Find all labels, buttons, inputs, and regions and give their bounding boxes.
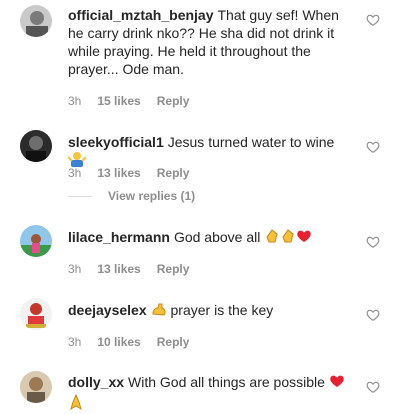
reply-button[interactable]: Reply	[157, 94, 190, 108]
heart-outline-icon[interactable]	[366, 13, 380, 27]
comment-likes[interactable]: 13 likes	[97, 262, 140, 276]
comment-text-block: official_mztah_benjay That guy sef! When …	[68, 6, 353, 78]
avatar[interactable]	[20, 298, 52, 330]
comment-time[interactable]: 3h	[68, 335, 81, 349]
reply-button[interactable]: Reply	[157, 262, 190, 276]
avatar[interactable]	[20, 5, 52, 37]
heart-outline-icon[interactable]	[366, 140, 380, 154]
comment-username[interactable]: lilace_hermann	[68, 229, 170, 245]
comment-likes[interactable]: 15 likes	[97, 94, 140, 108]
comment-text-block: lilace_hermann God above all	[68, 228, 353, 248]
reply-button[interactable]: Reply	[157, 166, 190, 180]
comment-username[interactable]: official_mztah_benjay	[68, 7, 214, 23]
heart-outline-icon[interactable]	[366, 308, 380, 322]
comment-username[interactable]: dolly_xx	[68, 374, 124, 390]
comment-time[interactable]: 3h	[68, 166, 81, 180]
red-heart-emoji	[329, 373, 345, 393]
comment-meta: 3h 13 likes Reply	[68, 166, 205, 180]
comment-meta: 3h 10 likes Reply	[68, 335, 205, 349]
comment-text-block: deejayselex prayer is the key	[68, 301, 353, 321]
avatar[interactable]	[20, 225, 52, 257]
comment-body: prayer is the key	[170, 302, 274, 318]
reply-button[interactable]: Reply	[157, 335, 190, 349]
flexed-biceps-emoji	[151, 301, 167, 321]
avatar[interactable]	[20, 371, 52, 403]
heart-outline-icon[interactable]	[366, 235, 380, 249]
clapping-hands-emoji	[264, 228, 280, 248]
divider	[68, 195, 92, 197]
view-replies-label: View replies (1)	[108, 189, 196, 203]
heart-outline-icon[interactable]	[366, 380, 380, 394]
comment-time[interactable]: 3h	[68, 262, 81, 276]
comment-likes[interactable]: 10 likes	[97, 335, 140, 349]
comment-username[interactable]: deejayselex	[68, 302, 147, 318]
avatar[interactable]	[20, 130, 52, 162]
clapping-hands-emoji	[280, 228, 296, 248]
comment-meta: 3h 15 likes Reply	[68, 94, 205, 108]
comment-body: With God all things are possible	[128, 374, 325, 390]
comment-body: God above all	[173, 229, 261, 245]
red-heart-emoji	[296, 228, 312, 248]
comment-username[interactable]: sleekyofficial1	[68, 134, 164, 150]
comment-body: Jesus turned water to wine	[167, 134, 335, 150]
comment-time[interactable]: 3h	[68, 94, 81, 108]
view-replies-button[interactable]: View replies (1)	[68, 189, 195, 203]
comment-meta: 3h 13 likes Reply	[68, 262, 205, 276]
folded-hands-emoji	[68, 393, 84, 414]
comment-likes[interactable]: 13 likes	[97, 166, 140, 180]
comment-text-block: dolly_xx With God all things are possible	[68, 373, 353, 414]
